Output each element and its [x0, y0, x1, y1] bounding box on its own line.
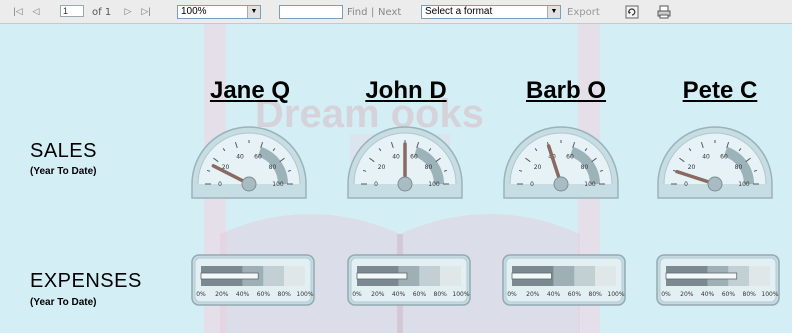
gauge-tick-label: 20: [378, 164, 386, 171]
export-link[interactable]: Export: [567, 7, 600, 18]
bar-tick-label: 0%: [661, 291, 671, 298]
bar-range-band: [263, 266, 285, 286]
bar-tick-label: 40%: [236, 291, 250, 298]
find-input[interactable]: [279, 5, 343, 19]
find-link[interactable]: Find: [347, 7, 368, 18]
sales-gauge: 0 20 40 60 80 100: [347, 126, 463, 199]
gauge-tick-label: 0: [374, 181, 378, 188]
previous-page-icon[interactable]: ◁: [30, 5, 42, 18]
bar-tick-label: 60%: [722, 291, 736, 298]
expenses-bar: 0% 20% 40% 60% 80% 100%: [502, 254, 626, 306]
bar-value: [356, 272, 408, 280]
gauge-tick-label: 60: [720, 153, 728, 160]
bar-tick-label: 0%: [352, 291, 362, 298]
sales-row-title: SALES: [30, 140, 97, 162]
find-separator: |: [371, 7, 375, 18]
bar-value: [511, 272, 552, 280]
gauge-tick-label: 0: [218, 181, 222, 188]
bar-range-band: [595, 266, 616, 286]
gauge-tick-label: 100: [428, 181, 440, 188]
gauge-hub: [553, 176, 569, 192]
gauge-tick-label: 40: [236, 153, 244, 160]
bar-tick-label: 80%: [589, 291, 603, 298]
column-header-name: John D: [365, 77, 447, 104]
bar-tick-label: 40%: [547, 291, 561, 298]
zoom-value: 100%: [181, 6, 207, 17]
sales-gauge: 020406080100: [503, 126, 619, 199]
next-page-icon[interactable]: ▷: [122, 5, 134, 18]
first-page-icon[interactable]: |◁: [12, 5, 24, 18]
bar-tick-label: 0%: [196, 291, 206, 298]
gauge-tick-label: 40: [392, 153, 400, 160]
expenses-bar: 0% 20% 40% 60% 80% 100%: [347, 254, 471, 306]
sales-row-subtitle: (Year To Date): [30, 166, 97, 177]
bar-value: [665, 272, 738, 280]
chevron-down-icon: ▼: [547, 6, 560, 18]
next-link[interactable]: Next: [378, 7, 401, 18]
bar-tick-label: 100%: [761, 291, 778, 298]
page-number-input[interactable]: 1: [60, 5, 84, 17]
gauge-tick-label: 80: [425, 164, 433, 171]
bar-tick-label: 40%: [392, 291, 406, 298]
bar-tick-label: 20%: [215, 291, 229, 298]
bar-value: [200, 272, 259, 280]
bar-tick-label: 100%: [296, 291, 313, 298]
expenses-row-title: EXPENSES: [30, 270, 142, 292]
gauge-tick-label: 60: [410, 153, 418, 160]
gauge-tick-label: 60: [254, 153, 262, 160]
bar-tick-label: 60%: [413, 291, 427, 298]
bar-range-band: [553, 266, 575, 286]
bar-tick-label: 20%: [526, 291, 540, 298]
gauge-tick-label: 20: [688, 164, 696, 171]
bar-range-band: [419, 266, 441, 286]
gauge-tick-label: 80: [735, 164, 743, 171]
report-canvas: Dream ooks Jane Q John D Barb O Pete C S…: [0, 24, 792, 333]
gauge-tick-label: 80: [581, 164, 589, 171]
gauge-hub: [241, 176, 257, 192]
column-header-name: Jane Q: [209, 77, 291, 104]
report-toolbar: |◁ ◁ 1 of 1 ▷ ▷| 100% ▼ Find | Next Sele…: [0, 0, 792, 24]
gauge-tick-label: 100: [272, 181, 284, 188]
bar-tick-label: 60%: [257, 291, 271, 298]
gauge-hub: [707, 176, 723, 192]
bar-tick-label: 40%: [701, 291, 715, 298]
bar-tick-label: 20%: [371, 291, 385, 298]
refresh-icon[interactable]: [624, 4, 640, 20]
bar-range-band: [574, 266, 596, 286]
gauge-tick-label: 100: [738, 181, 750, 188]
bar-range-band: [749, 266, 770, 286]
page-count-label: of 1: [92, 7, 112, 18]
bar-tick-label: 80%: [743, 291, 757, 298]
bar-tick-label: 100%: [452, 291, 469, 298]
sales-gauge: 020406080100: [191, 126, 307, 199]
bar-tick-label: 20%: [680, 291, 694, 298]
gauge-tick-label: 60: [566, 153, 574, 160]
expenses-bar: 0% 20% 40% 60% 80% 100%: [191, 254, 315, 306]
gauge-tick-label: 80: [269, 164, 277, 171]
gauge-tick-label: 40: [702, 153, 710, 160]
zoom-select[interactable]: 100% ▼: [177, 5, 261, 19]
export-format-select[interactable]: Select a format ▼: [421, 5, 561, 19]
print-icon[interactable]: [656, 4, 672, 20]
bar-tick-label: 0%: [507, 291, 517, 298]
gauge-tick-label: 100: [584, 181, 596, 188]
bar-tick-label: 80%: [278, 291, 292, 298]
last-page-icon[interactable]: ▷|: [140, 5, 152, 18]
bar-range-band: [284, 266, 305, 286]
chevron-down-icon: ▼: [247, 6, 260, 18]
gauge-hub: [397, 176, 413, 192]
export-format-value: Select a format: [425, 6, 493, 17]
sales-gauge: 0 20 40 60 80 100: [657, 126, 773, 199]
gauge-tick-label: 0: [530, 181, 534, 188]
bar-range-band: [440, 266, 461, 286]
expenses-row-subtitle: (Year To Date): [30, 297, 97, 308]
expenses-bar: 0% 20% 40% 60% 80% 100%: [656, 254, 780, 306]
gauge-tick-label: 20: [534, 164, 542, 171]
bar-tick-label: 60%: [568, 291, 582, 298]
column-header-name: Barb O: [525, 77, 606, 104]
column-header-name: Pete C: [682, 77, 758, 104]
bar-tick-label: 100%: [607, 291, 624, 298]
bar-tick-label: 80%: [434, 291, 448, 298]
gauge-tick-label: 0: [684, 181, 688, 188]
